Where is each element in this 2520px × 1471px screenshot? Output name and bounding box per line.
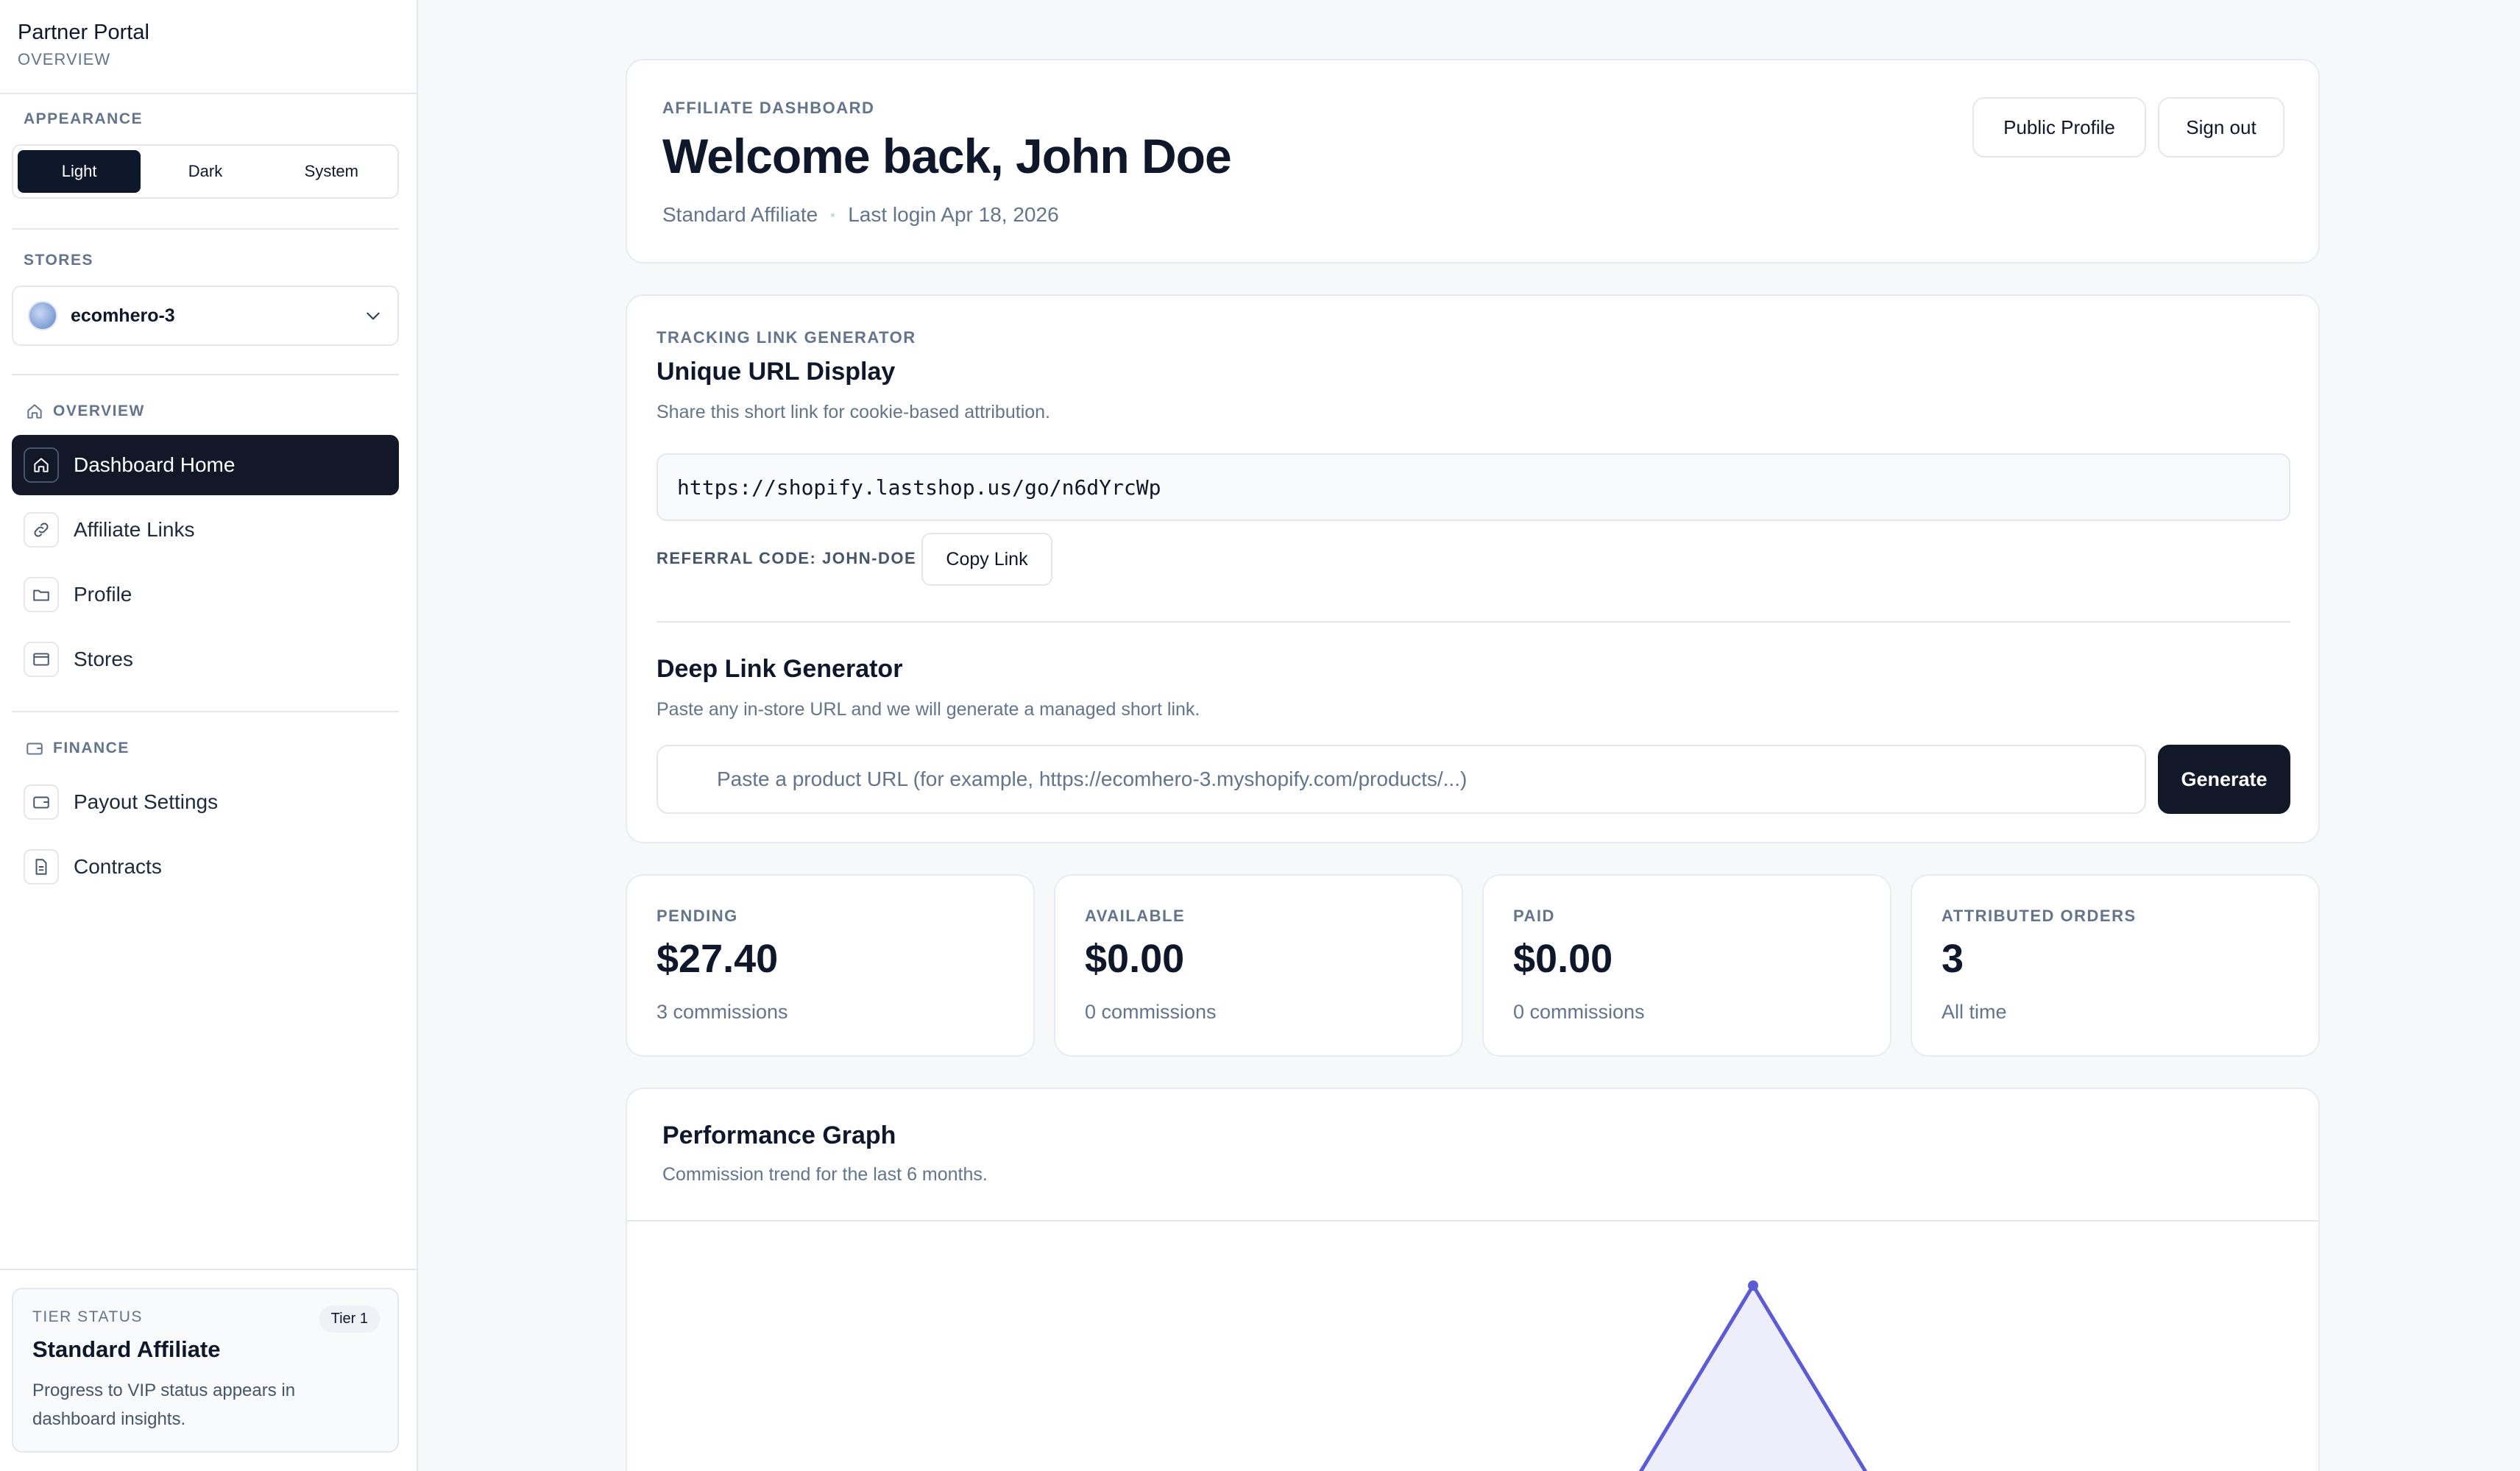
nav-finance-label: FINANCE	[53, 740, 130, 756]
stat-label: AVAILABLE	[1085, 907, 1186, 925]
stores-section: STORES ecomhero-3	[12, 252, 399, 346]
brand-title: Partner Portal	[18, 21, 149, 44]
store-selector[interactable]: ecomhero-3	[12, 286, 399, 346]
referral-code: REFERRAL CODE: JOHN-DOE	[656, 549, 917, 567]
unique-url-subtitle: Share this short link for cookie-based a…	[656, 402, 1050, 422]
copy-link-button[interactable]: Copy Link	[921, 533, 1052, 586]
stat-value: $0.00	[1085, 937, 1185, 981]
chevron-down-icon	[367, 312, 380, 320]
sidebar: Partner Portal OVERVIEW APPEARANCE Light…	[0, 0, 418, 1471]
tracking-url-display[interactable]: https://shopify.lastshop.us/go/n6dYrcWp	[656, 453, 2290, 521]
deep-link-subtitle: Paste any in-store URL and we will gener…	[656, 699, 1200, 720]
nav-overview: OVERVIEW Dashboard Home Affiliate Links …	[12, 398, 399, 690]
unique-url-title: Unique URL Display	[656, 358, 896, 386]
performance-subtitle: Commission trend for the last 6 months.	[662, 1164, 988, 1185]
theme-light-button[interactable]: Light	[18, 150, 141, 193]
sidebar-item-label: Profile	[74, 583, 132, 606]
divider	[12, 711, 399, 712]
theme-system-button[interactable]: System	[270, 150, 393, 193]
folder-icon	[24, 577, 59, 612]
tier-title: Standard Affiliate	[32, 1336, 221, 1362]
nav-finance: FINANCE Payout Settings Contracts	[12, 735, 399, 897]
stat-note: All time	[1942, 1001, 2007, 1023]
sidebar-item-label: Payout Settings	[74, 790, 219, 813]
stat-card-attributed-orders: ATTRIBUTED ORDERS 3 All time	[1911, 874, 2320, 1057]
tier-description: Progress to VIP status appears in dashbo…	[32, 1380, 296, 1429]
page-title: Welcome back, John Doe	[662, 129, 1232, 183]
stat-value: $27.40	[656, 937, 779, 981]
store-globe-icon	[28, 301, 57, 330]
tier-status-card: TIER STATUS Tier 1 Standard Affiliate Pr…	[12, 1288, 399, 1453]
stat-value: 3	[1942, 937, 1964, 981]
store-icon	[24, 642, 59, 677]
stat-card-available: AVAILABLE $0.00 0 commissions	[1054, 874, 1463, 1057]
account-meta: Standard Affiliate Last login Apr 18, 20…	[662, 203, 1059, 227]
tier-name: Standard Affiliate	[662, 203, 818, 226]
dashboard-eyebrow: AFFILIATE DASHBOARD	[662, 99, 875, 117]
stat-note: 0 commissions	[1085, 1001, 1217, 1023]
appearance-label: APPEARANCE	[24, 110, 144, 127]
separator-dot	[831, 213, 835, 217]
brand-subtitle: OVERVIEW	[18, 50, 111, 68]
stat-note: 0 commissions	[1513, 1001, 1645, 1023]
sidebar-item-profile[interactable]: Profile	[12, 564, 399, 625]
public-profile-button[interactable]: Public Profile	[1972, 97, 2146, 157]
stat-label: PENDING	[656, 907, 738, 925]
nav-finance-header: FINANCE	[12, 735, 399, 762]
sidebar-item-stores[interactable]: Stores	[12, 629, 399, 690]
performance-title: Performance Graph	[662, 1121, 896, 1149]
divider	[656, 621, 2290, 623]
sidebar-item-affiliate-links[interactable]: Affiliate Links	[12, 500, 399, 560]
stat-value: $0.00	[1513, 937, 1613, 981]
nav-overview-header: OVERVIEW	[12, 398, 399, 425]
stat-label: ATTRIBUTED ORDERS	[1942, 907, 2137, 925]
tracking-link-card: TRACKING LINK GENERATOR Unique URL Displ…	[626, 294, 2320, 843]
sidebar-item-label: Contracts	[74, 855, 162, 878]
sidebar-item-payout-settings[interactable]: Payout Settings	[12, 772, 399, 832]
performance-chart	[1638, 1280, 1868, 1471]
theme-dark-button[interactable]: Dark	[144, 150, 266, 193]
stat-card-pending: PENDING $27.40 3 commissions	[626, 874, 1035, 1057]
home-outline-icon	[27, 404, 42, 419]
sign-out-button[interactable]: Sign out	[2158, 97, 2284, 157]
stat-label: PAID	[1513, 907, 1555, 925]
divider	[12, 374, 399, 375]
sidebar-item-contracts[interactable]: Contracts	[12, 837, 399, 897]
tracking-eyebrow: TRACKING LINK GENERATOR	[656, 328, 916, 347]
sidebar-item-label: Stores	[74, 648, 133, 670]
theme-toggle: Light Dark System	[12, 144, 399, 199]
divider	[12, 228, 399, 230]
wallet-icon	[24, 784, 59, 820]
stat-card-paid: PAID $0.00 0 commissions	[1482, 874, 1891, 1057]
chart-area	[1641, 1286, 1866, 1471]
sidebar-item-label: Affiliate Links	[74, 518, 195, 541]
sidebar-item-dashboard-home[interactable]: Dashboard Home	[12, 435, 399, 495]
sidebar-item-label: Dashboard Home	[74, 453, 236, 476]
link-icon	[24, 512, 59, 547]
performance-card: Performance Graph Commission trend for t…	[626, 1088, 2320, 1471]
appearance-section: APPEARANCE Light Dark System	[12, 110, 399, 199]
store-name: ecomhero-3	[71, 305, 175, 326]
brand: Partner Portal OVERVIEW	[0, 0, 417, 94]
last-login: Last login Apr 18, 2026	[848, 203, 1059, 226]
stat-note: 3 commissions	[656, 1001, 788, 1023]
document-icon	[24, 849, 59, 885]
deep-link-title: Deep Link Generator	[656, 655, 903, 683]
welcome-card: AFFILIATE DASHBOARD Welcome back, John D…	[626, 59, 2320, 263]
chart-point	[1748, 1280, 1758, 1291]
tier-badge: Tier 1	[319, 1305, 380, 1333]
product-url-input[interactable]	[656, 745, 2146, 814]
home-icon	[24, 447, 59, 483]
divider	[0, 1269, 417, 1270]
generate-button[interactable]: Generate	[2158, 745, 2290, 814]
stores-label: STORES	[24, 252, 93, 269]
nav-overview-label: OVERVIEW	[53, 403, 145, 419]
wallet-outline-icon	[26, 742, 43, 755]
